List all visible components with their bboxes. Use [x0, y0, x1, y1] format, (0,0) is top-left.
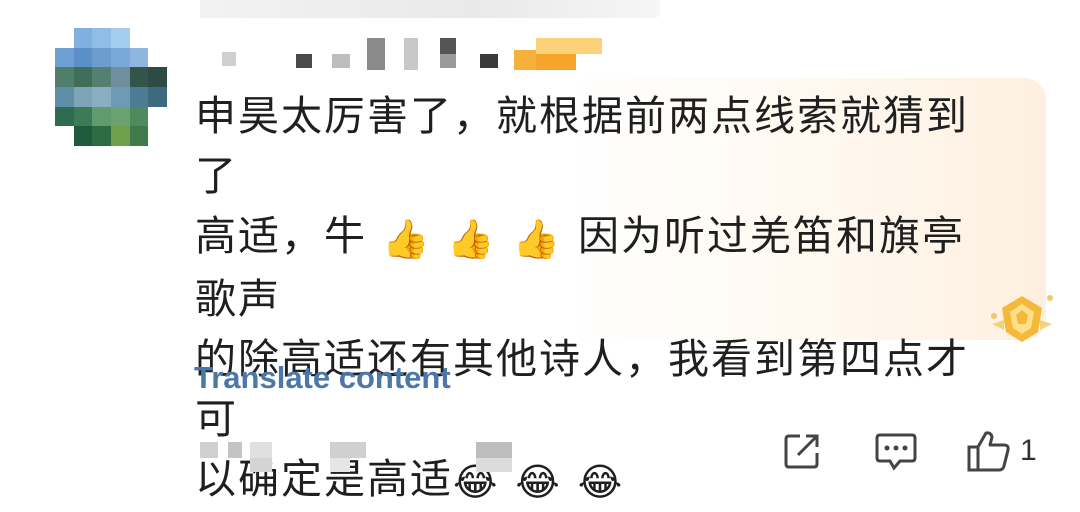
comment-line-2-start: 高适，牛 [195, 212, 367, 260]
user-avatar[interactable] [55, 28, 167, 146]
translate-link[interactable]: Translate content [194, 360, 451, 396]
thumbs-up-emoji: 👍👍👍 [382, 217, 578, 261]
comment-button[interactable] [874, 428, 918, 474]
comment-icon [875, 433, 917, 471]
previous-item-edge [200, 0, 660, 18]
like-button[interactable]: 1 [966, 428, 1037, 474]
share-icon [784, 434, 819, 469]
like-icon [967, 431, 1010, 472]
medal-badge-icon [991, 295, 1053, 342]
like-count: 1 [1020, 434, 1037, 467]
share-button[interactable] [782, 428, 824, 474]
comment-line-1: 申昊太厉害了，就根据前两点线索就猜到了 [195, 92, 969, 200]
timestamp-redacted [200, 434, 530, 474]
username-redacted[interactable] [222, 36, 612, 76]
